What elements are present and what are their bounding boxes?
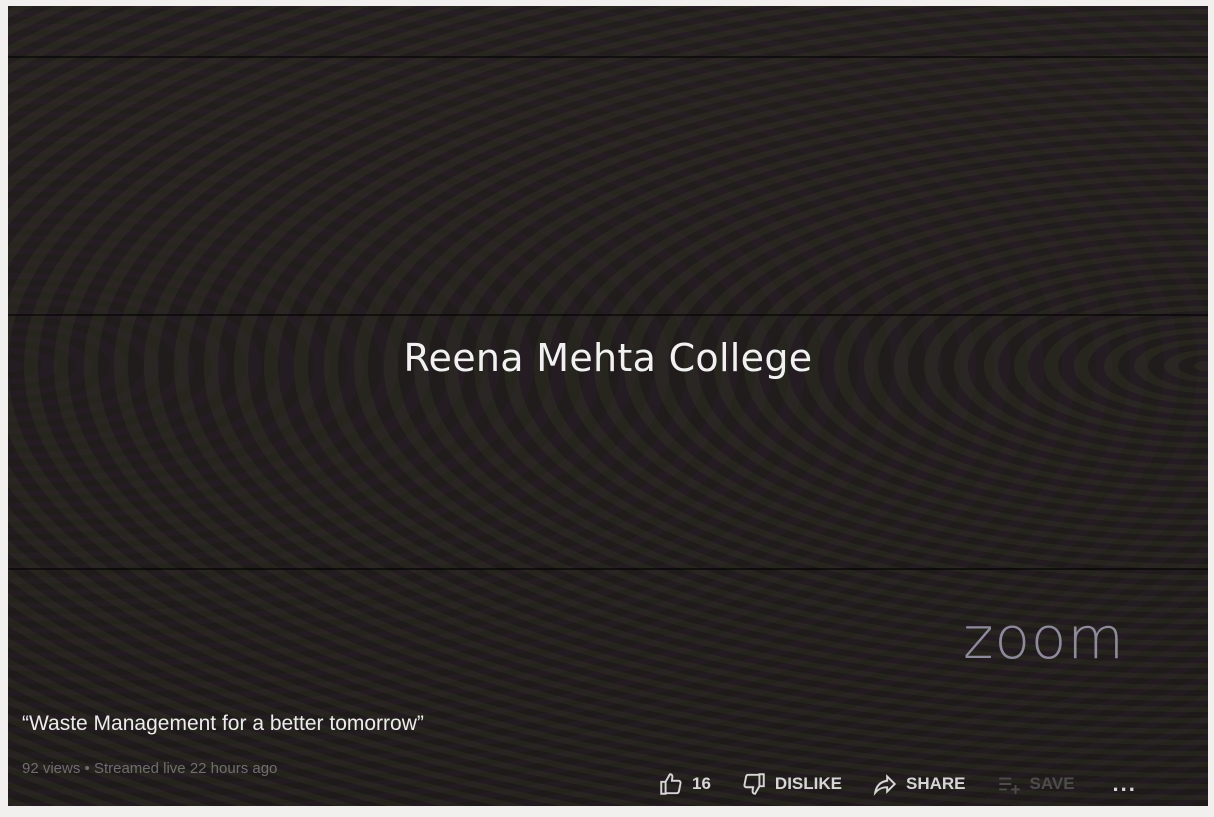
add-to-playlist-icon (998, 777, 1020, 794)
thumbs-down-icon (743, 773, 765, 795)
share-icon (873, 774, 897, 796)
save-label: SAVE (1029, 774, 1075, 793)
like-count: 16 (692, 774, 711, 793)
video-frame (8, 6, 1208, 806)
more-options-button[interactable]: ... (1113, 771, 1137, 797)
save-button[interactable]: SAVE (996, 771, 1075, 797)
dislike-label: DISLIKE (774, 774, 842, 793)
like-button[interactable]: 16 (658, 771, 711, 797)
scanline (8, 314, 1208, 316)
share-button[interactable]: SHARE (872, 771, 966, 797)
video-meta: 92 views • Streamed live 22 hours ago (22, 760, 278, 777)
video-title: “Waste Management for a better tomorrow” (22, 712, 424, 735)
scanline (8, 56, 1208, 58)
scanline (8, 568, 1208, 570)
share-label: SHARE (905, 774, 966, 793)
dislike-button[interactable]: DISLIKE (741, 771, 842, 797)
video-overlay-title: Reena Mehta College (403, 336, 813, 380)
zoom-logo: zoom (963, 604, 1125, 672)
thumbs-up-icon (660, 773, 682, 795)
video-player[interactable]: Reena Mehta College zoom “Waste Manageme… (8, 6, 1208, 806)
action-bar: 16 DISLIKE SHARE SAVE ... (658, 766, 1137, 802)
